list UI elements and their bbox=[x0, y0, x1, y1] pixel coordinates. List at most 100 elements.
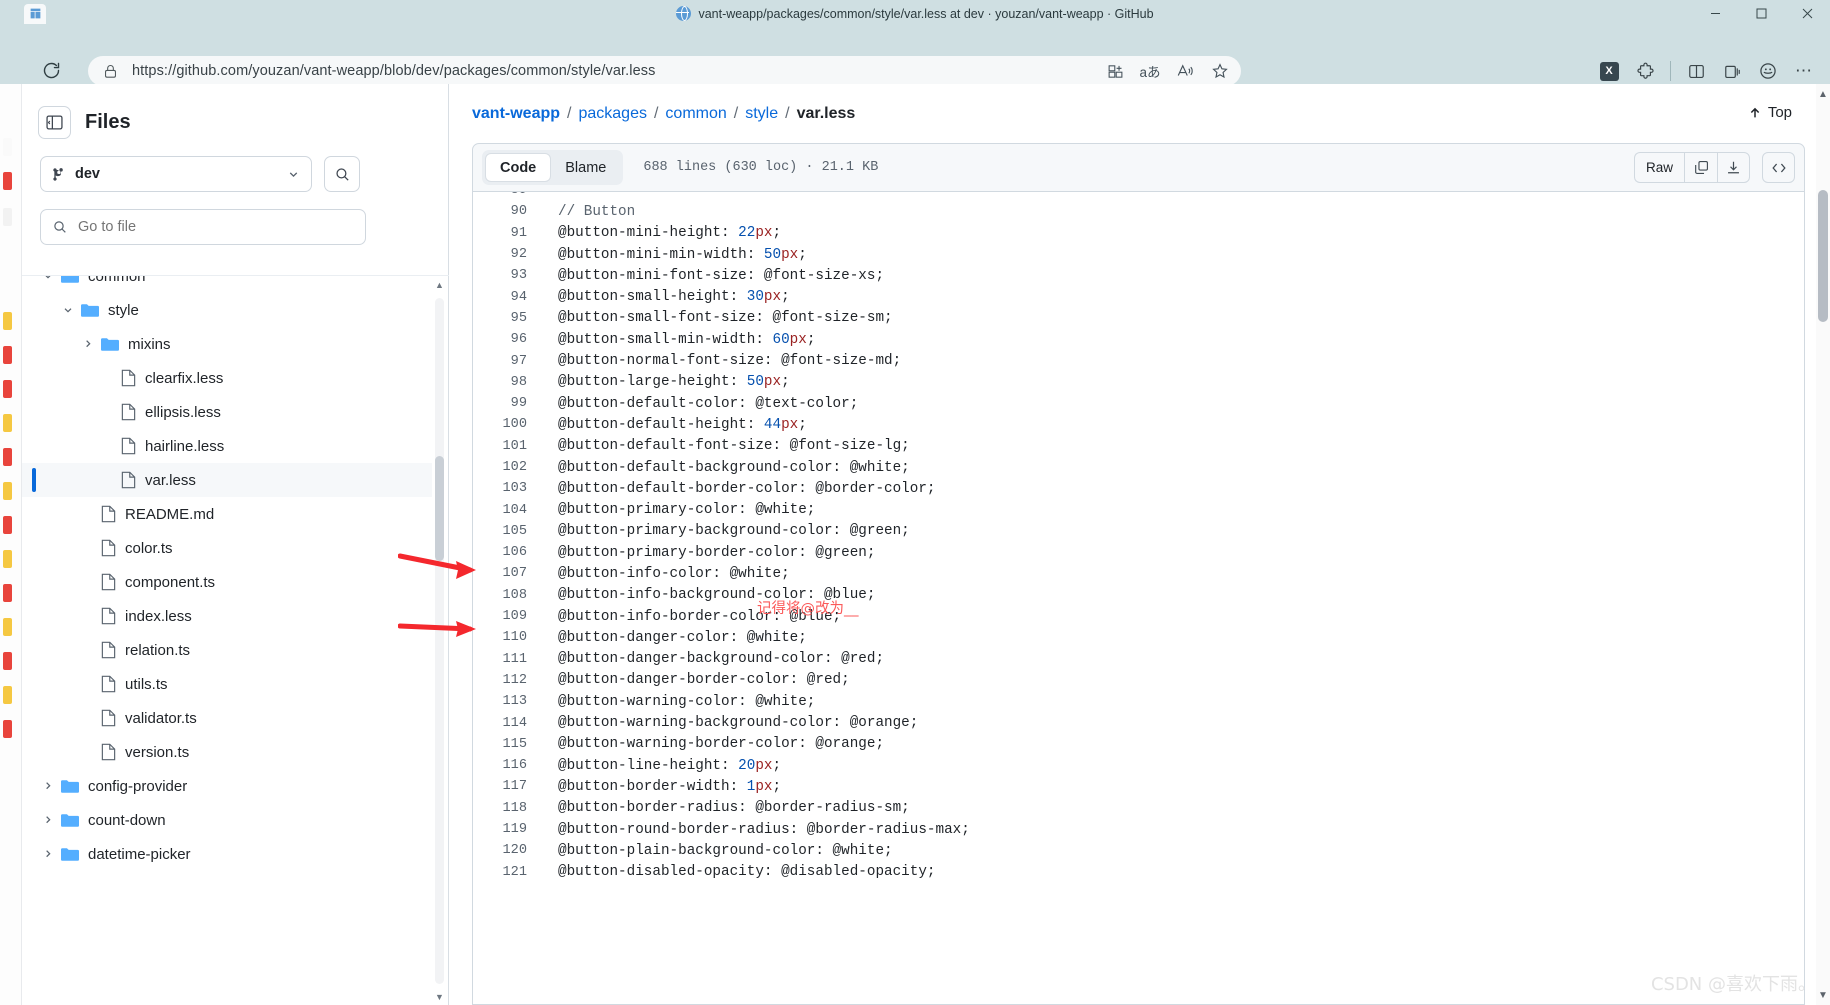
raw-button[interactable]: Raw bbox=[1633, 152, 1684, 183]
tab-code[interactable]: Code bbox=[485, 153, 552, 182]
line-number[interactable]: 92 bbox=[473, 247, 545, 262]
line-number[interactable]: 111 bbox=[473, 652, 545, 667]
minimize-button[interactable] bbox=[1692, 0, 1738, 27]
line-number[interactable]: 118 bbox=[473, 801, 545, 816]
line-number[interactable]: 116 bbox=[473, 758, 545, 773]
code-brackets-icon[interactable] bbox=[1762, 152, 1795, 183]
active-tab[interactable]: vant-weapp/packages/common/style/var.les… bbox=[0, 0, 1830, 27]
sidebar-collapse-icon[interactable] bbox=[38, 106, 71, 139]
line-number[interactable]: 95 bbox=[473, 311, 545, 326]
split-screen-icon[interactable] bbox=[1100, 58, 1130, 84]
line-number[interactable]: 113 bbox=[473, 694, 545, 709]
search-input[interactable] bbox=[78, 219, 354, 235]
line-number[interactable]: 106 bbox=[473, 545, 545, 560]
chevron-down-icon[interactable] bbox=[40, 276, 55, 284]
line-number[interactable]: 112 bbox=[473, 673, 545, 688]
tree-folder-common[interactable]: common bbox=[22, 276, 432, 293]
copy-icon[interactable] bbox=[1684, 152, 1717, 183]
breadcrumb-item-packages[interactable]: packages bbox=[578, 105, 647, 122]
line-number[interactable]: 109 bbox=[473, 609, 545, 624]
line-number[interactable]: 105 bbox=[473, 524, 545, 539]
line-number[interactable]: 89 bbox=[473, 192, 545, 198]
tree-folder-config-provider[interactable]: config-provider bbox=[22, 769, 432, 803]
code-scrollbar[interactable] bbox=[1791, 192, 1804, 1004]
scrollbar-track[interactable] bbox=[435, 298, 444, 984]
tree-file-relation-ts[interactable]: relation.ts bbox=[22, 633, 432, 667]
line-number[interactable]: 99 bbox=[473, 396, 545, 411]
breadcrumb-item-common[interactable]: common bbox=[665, 105, 726, 122]
tree-file-index-less[interactable]: index.less bbox=[22, 599, 432, 633]
read-aloud-icon[interactable] bbox=[1170, 58, 1200, 84]
line-number[interactable]: 93 bbox=[473, 268, 545, 283]
breadcrumb-item-vant-weapp[interactable]: vant-weapp bbox=[472, 105, 560, 122]
file-tree-scrollbar[interactable]: ▲ ▼ bbox=[435, 276, 444, 1005]
tree-file-version-ts[interactable]: version.ts bbox=[22, 735, 432, 769]
line-number[interactable]: 91 bbox=[473, 226, 545, 241]
extension-x-icon[interactable]: X bbox=[1593, 56, 1625, 86]
line-number[interactable]: 96 bbox=[473, 332, 545, 347]
go-to-file-field[interactable] bbox=[40, 209, 366, 245]
line-number[interactable]: 121 bbox=[473, 865, 545, 880]
chevron-right-icon[interactable] bbox=[80, 337, 95, 352]
page-scroll-down-arrow[interactable]: ▼ bbox=[1816, 985, 1830, 1005]
line-number[interactable]: 108 bbox=[473, 588, 545, 603]
close-button[interactable] bbox=[1784, 0, 1830, 27]
line-number[interactable]: 97 bbox=[473, 354, 545, 369]
line-number[interactable]: 119 bbox=[473, 822, 545, 837]
tree-file-hairline-less[interactable]: hairline.less bbox=[22, 429, 432, 463]
line-number[interactable]: 117 bbox=[473, 779, 545, 794]
tree-file-utils-ts[interactable]: utils.ts bbox=[22, 667, 432, 701]
collections-icon[interactable] bbox=[1716, 56, 1748, 86]
page-scrollbar-thumb[interactable] bbox=[1818, 190, 1828, 322]
tab-blame[interactable]: Blame bbox=[551, 153, 620, 182]
search-button[interactable] bbox=[324, 156, 360, 192]
code-viewer[interactable]: 89 90 // Button 91 @button-mini-height: 22px… bbox=[472, 192, 1805, 1005]
line-number[interactable]: 98 bbox=[473, 375, 545, 390]
favorite-icon[interactable] bbox=[1205, 58, 1235, 84]
tree-folder-mixins[interactable]: mixins bbox=[22, 327, 432, 361]
branch-selector[interactable]: dev bbox=[40, 156, 312, 192]
tree-folder-style[interactable]: style bbox=[22, 293, 432, 327]
extensions-icon[interactable] bbox=[1629, 56, 1661, 86]
split-screen-icon[interactable] bbox=[1680, 56, 1712, 86]
line-number[interactable]: 103 bbox=[473, 481, 545, 496]
chevron-right-icon[interactable] bbox=[40, 779, 55, 794]
line-number[interactable]: 104 bbox=[473, 503, 545, 518]
chevron-right-icon[interactable] bbox=[40, 847, 55, 862]
scrollbar-thumb[interactable] bbox=[435, 456, 444, 561]
tree-file-ellipsis-less[interactable]: ellipsis.less bbox=[22, 395, 432, 429]
tree-file-README-md[interactable]: README.md bbox=[22, 497, 432, 531]
address-bar[interactable]: https://github.com/youzan/vant-weapp/blo… bbox=[88, 56, 1241, 86]
page-scrollbar[interactable]: ▲ ▼ bbox=[1816, 84, 1830, 1005]
line-number[interactable]: 107 bbox=[473, 566, 545, 581]
line-number[interactable]: 100 bbox=[473, 417, 545, 432]
tree-file-clearfix-less[interactable]: clearfix.less bbox=[22, 361, 432, 395]
breadcrumb-item-style[interactable]: style bbox=[745, 105, 778, 122]
chevron-right-icon[interactable] bbox=[40, 813, 55, 828]
translate-icon[interactable]: aあ bbox=[1135, 58, 1165, 84]
line-number[interactable]: 94 bbox=[473, 290, 545, 305]
tree-folder-count-down[interactable]: count-down bbox=[22, 803, 432, 837]
line-number[interactable]: 115 bbox=[473, 737, 545, 752]
download-icon[interactable] bbox=[1717, 152, 1750, 183]
settings-more-icon[interactable]: ⋯ bbox=[1788, 56, 1820, 86]
line-number[interactable]: 120 bbox=[473, 843, 545, 858]
chevron-down-icon[interactable] bbox=[60, 303, 75, 318]
line-number[interactable]: 90 bbox=[473, 204, 545, 219]
tree-file-validator-ts[interactable]: validator.ts bbox=[22, 701, 432, 735]
line-number[interactable]: 102 bbox=[473, 460, 545, 475]
page-scroll-up-arrow[interactable]: ▲ bbox=[1816, 84, 1830, 104]
reload-icon[interactable] bbox=[38, 57, 64, 83]
back-to-top-link[interactable]: Top bbox=[1748, 104, 1792, 121]
scroll-down-arrow[interactable]: ▼ bbox=[435, 988, 444, 1005]
tree-folder-datetime-picker[interactable]: datetime-picker bbox=[22, 837, 432, 871]
maximize-button[interactable] bbox=[1738, 0, 1784, 27]
scroll-up-arrow[interactable]: ▲ bbox=[435, 276, 444, 294]
line-number[interactable]: 114 bbox=[473, 716, 545, 731]
browser-essentials-icon[interactable] bbox=[1752, 56, 1784, 86]
tree-file-color-ts[interactable]: color.ts bbox=[22, 531, 432, 565]
file-tree[interactable]: common style mixins clearfix.less ellipsis.l… bbox=[22, 275, 449, 1005]
tree-file-var-less[interactable]: var.less bbox=[22, 463, 432, 497]
line-number[interactable]: 101 bbox=[473, 439, 545, 454]
tree-file-component-ts[interactable]: component.ts bbox=[22, 565, 432, 599]
